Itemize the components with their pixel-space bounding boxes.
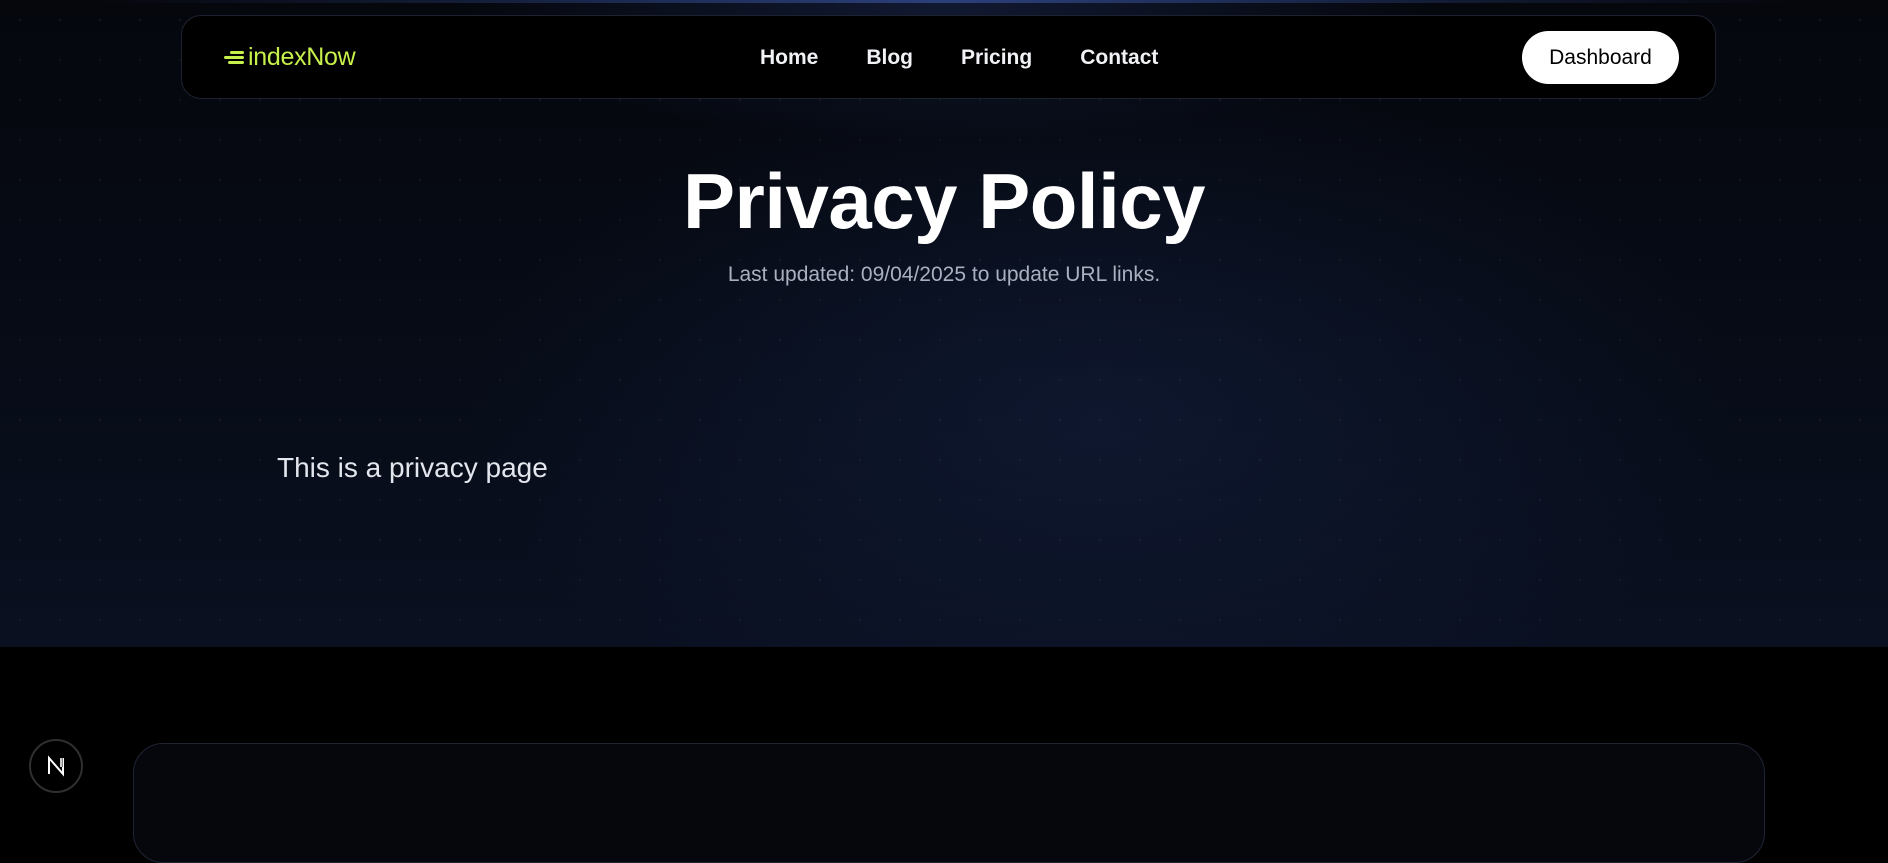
nav-link-contact[interactable]: Contact: [1080, 45, 1158, 71]
nextjs-dev-badge[interactable]: [29, 739, 83, 793]
dashboard-button[interactable]: Dashboard: [1522, 31, 1679, 84]
privacy-body-text: This is a privacy page: [277, 452, 548, 483]
page-title: Privacy Policy: [682, 157, 1206, 245]
last-updated-text: Last updated: 09/04/2025 to update URL l…: [727, 263, 1161, 286]
nav-link-blog[interactable]: Blog: [866, 45, 913, 71]
hero-section: indexNow Home Blog Pricing Contact Dashb…: [0, 0, 1888, 647]
nav-links: Home Blog Pricing Contact: [760, 45, 1158, 71]
logo[interactable]: indexNow: [224, 43, 356, 71]
navbar: indexNow Home Blog Pricing Contact Dashb…: [181, 15, 1716, 99]
top-glow-line: [0, 0, 1888, 3]
nav-link-pricing[interactable]: Pricing: [961, 45, 1032, 71]
speed-lines-icon: [224, 50, 246, 64]
nextjs-n-icon: [48, 755, 64, 777]
footer-card: [133, 743, 1765, 863]
nav-link-home[interactable]: Home: [760, 45, 818, 71]
logo-text: indexNow: [248, 43, 356, 71]
